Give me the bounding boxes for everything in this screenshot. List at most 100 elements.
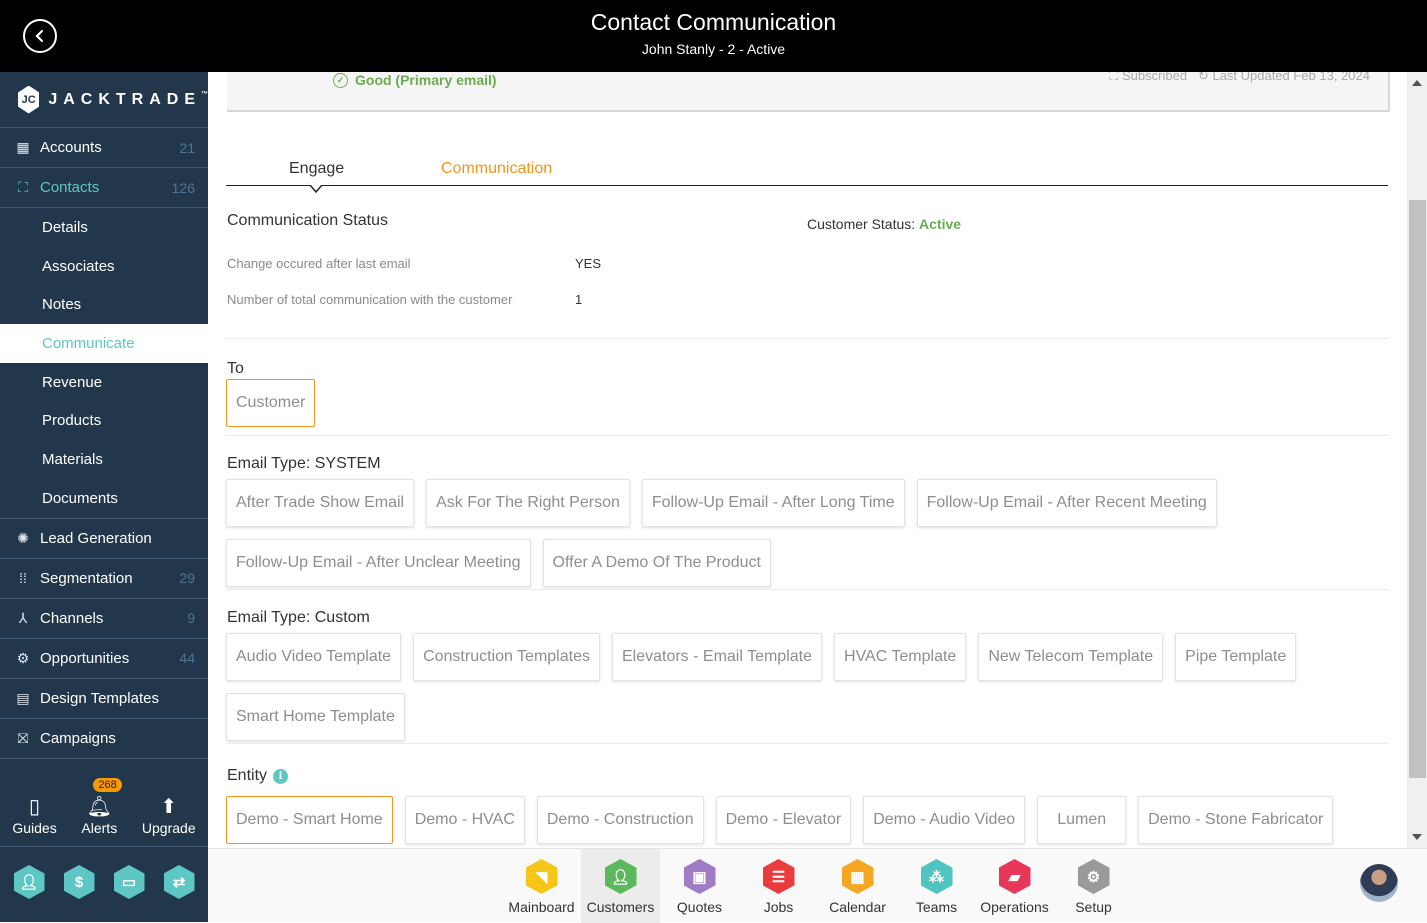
sidebar-item-label: Channels [40, 609, 104, 627]
sidebar-item-label: Campaigns [40, 729, 116, 747]
app-setup[interactable]: ⚙ Setup [1054, 849, 1133, 923]
app-jobs[interactable]: ☰ Jobs [739, 849, 818, 923]
entity-option[interactable]: Lumen [1037, 796, 1127, 844]
entity-option[interactable]: Demo - Audio Video [863, 796, 1026, 844]
workflow-icon[interactable]: ⇄ [163, 865, 195, 899]
sidebar-item-count: 29 [179, 570, 195, 586]
divider [226, 743, 1389, 744]
sidebar-item-channels[interactable]: ⅄ Channels 9 [0, 599, 208, 639]
entity-option[interactable]: Demo - Construction [536, 796, 704, 844]
submenu-documents[interactable]: Documents [0, 479, 208, 518]
template-option[interactable]: Audio Video Template [226, 633, 402, 681]
sidebar-utilities: ▯ Guides 268 🔔︎ Alerts ⬆ Upgrade 👤︎ $ ▭ … [0, 775, 208, 899]
divider [226, 435, 1389, 436]
jobs-icon: ☰ [762, 859, 795, 894]
divider [226, 338, 1389, 339]
entity-option[interactable]: Demo - Stone Fabricator [1138, 796, 1334, 844]
template-option[interactable]: HVAC Template [833, 633, 967, 681]
submenu-communicate[interactable]: Communicate [0, 324, 208, 363]
sidebar-item-lead-generation[interactable]: ✺ Lead Generation [0, 519, 208, 559]
entity-option[interactable]: Demo - Elevator [715, 796, 852, 844]
app-operations[interactable]: ▰ Operations [975, 849, 1054, 923]
customer-status: Customer Status: Active [807, 216, 961, 232]
template-option[interactable]: Ask For The Right Person [426, 479, 630, 527]
template-option[interactable]: Elevators - Email Template [611, 633, 822, 681]
sidebar-item-campaigns[interactable]: ⛝ Campaigns [0, 719, 208, 759]
bell-icon: 🔔︎ [86, 796, 112, 818]
subscribed-icon: ⛶ [1109, 72, 1119, 83]
system-template-options: After Trade Show Email Ask For The Right… [226, 479, 1236, 587]
status-row: Change occured after last email YES [227, 256, 601, 271]
template-option[interactable]: Follow-Up Email - After Unclear Meeting [226, 539, 531, 587]
sidebar-item-count: 21 [179, 139, 195, 156]
channels-icon: ⅄ [18, 609, 28, 626]
sidebar-item-contacts[interactable]: ⛶ Contacts 126 [0, 168, 208, 208]
app-label: Teams [915, 899, 958, 915]
template-option[interactable]: Smart Home Template [226, 693, 405, 741]
to-option-customer[interactable]: Customer [226, 379, 316, 427]
tab-communication[interactable]: Communication [441, 160, 552, 178]
template-option[interactable]: Offer A Demo Of The Product [542, 539, 771, 587]
entity-option[interactable]: Demo - Smart Home [226, 796, 393, 844]
sidebar-item-design-templates[interactable]: ▤ Design Templates [0, 679, 208, 719]
submenu-details[interactable]: Details [0, 208, 208, 247]
sidebar-item-accounts[interactable]: ▦ Accounts 21 [0, 128, 208, 168]
app-quotes[interactable]: ▣ Quotes [660, 849, 739, 923]
scrollbar-thumb[interactable] [1409, 200, 1426, 778]
person-icon[interactable]: 👤︎ [13, 865, 45, 899]
util-label: Guides [12, 820, 57, 836]
submenu-materials[interactable]: Materials [0, 440, 208, 479]
sidebar-item-label: Contacts [40, 179, 100, 196]
sidebar-item-label: Accounts [40, 139, 102, 156]
app-label: Customers [586, 899, 655, 915]
money-icon[interactable]: ▭ [113, 865, 145, 899]
communication-status: Communication Status Customer Status: Ac… [227, 212, 1389, 307]
entity-option[interactable]: Demo - HVAC [404, 796, 525, 844]
to-label: To [227, 360, 244, 377]
bottom-app-bar: ◥ Mainboard 👤︎ Customers ▣ Quotes ☰ Jobs… [208, 848, 1427, 923]
tab-engage[interactable]: Engage [289, 160, 344, 178]
app-mainboard[interactable]: ◥ Mainboard [502, 849, 581, 923]
template-option[interactable]: Follow-Up Email - After Recent Meeting [916, 479, 1217, 527]
dollar-icon[interactable]: $ [63, 865, 95, 899]
submenu-revenue[interactable]: Revenue [0, 363, 208, 402]
brand-logo: JC JACKTRADE™ [0, 72, 208, 128]
book-icon: ▯ [29, 796, 41, 818]
divider [226, 589, 1389, 590]
email-status: ✓ Good (Primary email) [333, 72, 497, 88]
submenu-associates[interactable]: Associates [0, 247, 208, 286]
sidebar-item-segmentation[interactable]: ⁞⁞ Segmentation 29 [0, 559, 208, 599]
template-option[interactable]: New Telecom Template [978, 633, 1164, 681]
entity-label: Entity i [227, 767, 289, 785]
app-teams[interactable]: ⁂ Teams [897, 849, 976, 923]
sidebar-item-label: Lead Generation [40, 529, 152, 547]
mainboard-icon: ◥ [525, 859, 558, 894]
segmentation-icon: ⁞⁞ [19, 570, 27, 586]
app-calendar[interactable]: ▦ Calendar [818, 849, 897, 923]
custom-template-options: Audio Video Template Construction Templa… [226, 633, 1316, 741]
template-option[interactable]: Construction Templates [413, 633, 600, 681]
arrow-up-icon: ⬆ [160, 796, 178, 818]
scroll-up-arrow-icon[interactable] [1412, 80, 1422, 86]
template-option[interactable]: Follow-Up Email - After Long Time [641, 479, 905, 527]
app-label: Operations [980, 899, 1049, 915]
template-option[interactable]: After Trade Show Email [226, 479, 415, 527]
entity-options: Demo - Smart Home Demo - HVAC Demo - Con… [226, 796, 1396, 844]
brand-name: JACKTRADE™ [48, 91, 208, 109]
info-icon[interactable]: i [273, 768, 289, 784]
check-circle-icon: ✓ [333, 72, 348, 88]
template-option[interactable]: Pipe Template [1175, 633, 1297, 681]
util-label: Alerts [81, 820, 118, 836]
submenu-products[interactable]: Products [0, 401, 208, 440]
user-avatar[interactable] [1360, 864, 1398, 902]
teams-icon: ⁂ [920, 859, 953, 894]
vertical-scrollbar[interactable] [1407, 72, 1427, 848]
guides-button[interactable]: ▯ Guides [12, 794, 56, 836]
submenu-notes[interactable]: Notes [0, 285, 208, 324]
sidebar-item-label: Segmentation [40, 569, 133, 587]
upgrade-button[interactable]: ⬆ Upgrade [142, 794, 196, 836]
alerts-button[interactable]: 268 🔔︎ Alerts [81, 778, 122, 836]
scroll-down-arrow-icon[interactable] [1412, 834, 1422, 840]
sidebar-item-opportunities[interactable]: ⚙ Opportunities 44 [0, 639, 208, 679]
app-customers[interactable]: 👤︎ Customers [581, 849, 660, 923]
